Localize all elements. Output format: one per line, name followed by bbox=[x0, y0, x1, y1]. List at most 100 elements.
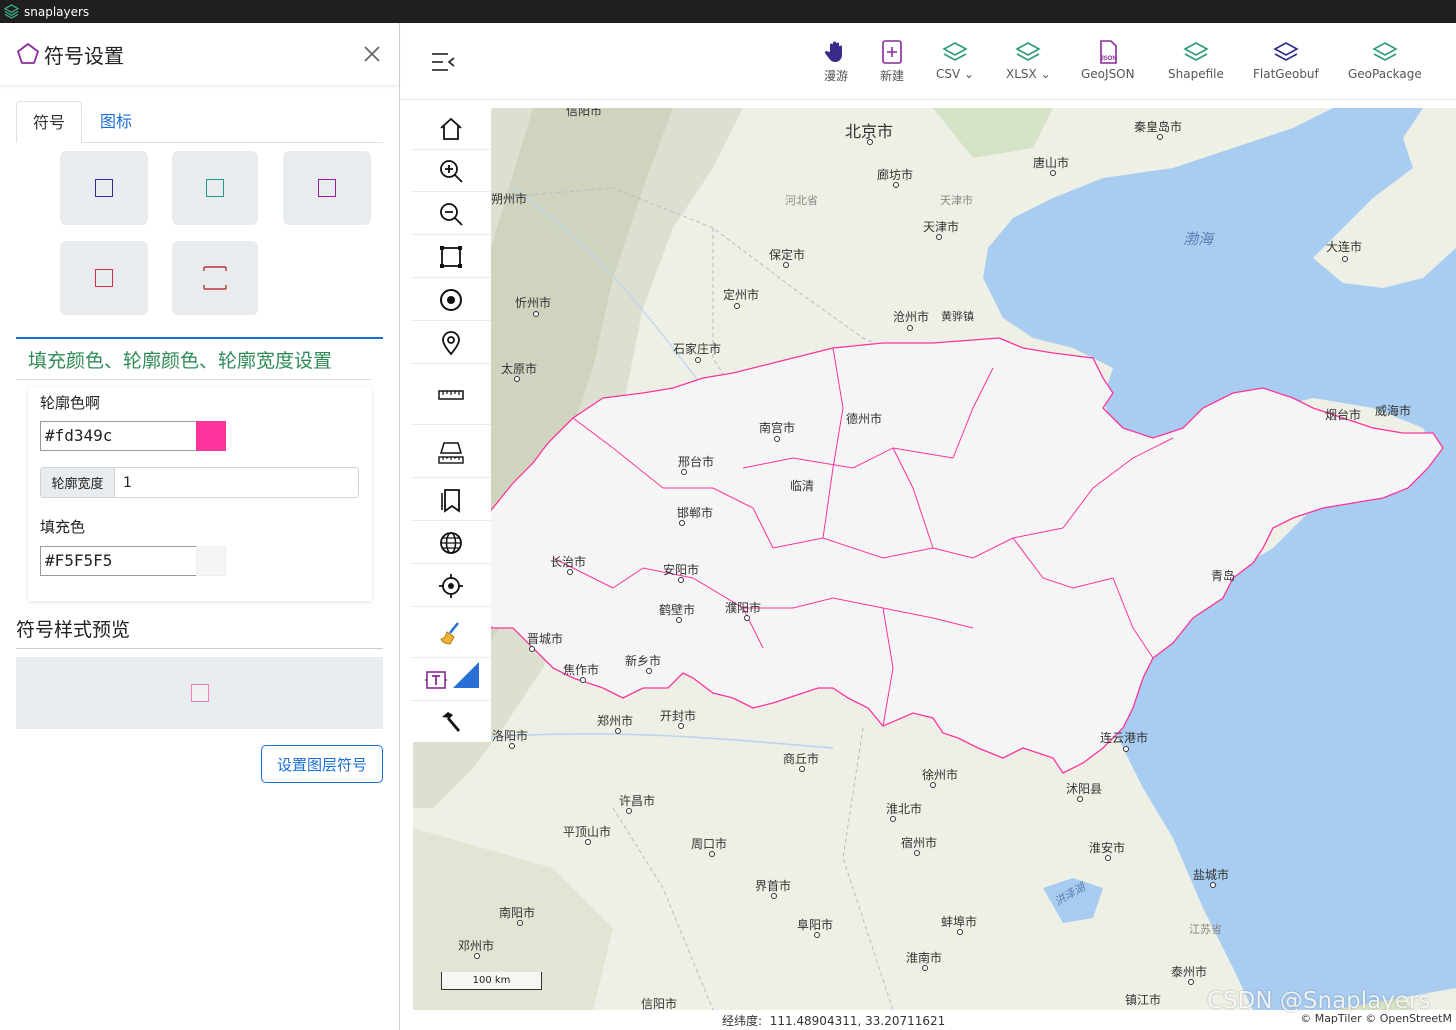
clear-button[interactable] bbox=[411, 608, 491, 658]
zoom-in-button[interactable] bbox=[411, 150, 491, 192]
panel-header: 符号设置 bbox=[0, 23, 399, 85]
map-label: 天津市 bbox=[923, 220, 960, 234]
map-label: 天津市 bbox=[940, 194, 973, 207]
map-label: 盐城市 bbox=[1193, 868, 1230, 882]
map-label: 商丘市 bbox=[783, 752, 820, 766]
map-side-toolbar bbox=[411, 108, 491, 742]
geopackage-button[interactable]: GeoPackage bbox=[1348, 39, 1422, 81]
square-symbol-icon bbox=[206, 179, 224, 197]
stroke-width-input[interactable]: 1 bbox=[115, 468, 358, 497]
apply-layer-symbol-button[interactable]: 设置图层符号 bbox=[261, 745, 383, 783]
fill-color-swatch[interactable] bbox=[196, 546, 226, 576]
stroke-color-label: 轮廓色啊 bbox=[40, 394, 101, 412]
stroke-color-input[interactable]: #fd349c bbox=[40, 421, 197, 451]
style-section-title: 填充颜色、轮廓颜色、轮廓宽度设置 bbox=[28, 350, 333, 372]
locate-button[interactable] bbox=[411, 565, 491, 607]
map-label: 保定市 bbox=[769, 248, 806, 262]
map-label: 许昌市 bbox=[619, 794, 656, 808]
zoom-in-icon bbox=[440, 159, 463, 183]
tools-button[interactable] bbox=[411, 701, 491, 743]
style-settings-card: 轮廓色啊 #fd349c 轮廓宽度 1 填充色 #F5F5F5 bbox=[28, 387, 372, 601]
globe-button[interactable] bbox=[411, 522, 491, 564]
top-toolbar: 漫游 新建 CSV ⌄ XLSX ⌄ JSON GeoJSON Shapefil… bbox=[401, 23, 1456, 100]
stroke-color-swatch[interactable] bbox=[196, 421, 226, 451]
window-title: snaplayers bbox=[24, 4, 90, 19]
text-button[interactable] bbox=[411, 659, 491, 701]
zoom-out-button[interactable] bbox=[411, 193, 491, 235]
city-marker bbox=[783, 262, 789, 268]
city-marker bbox=[709, 851, 715, 857]
globe-icon bbox=[440, 531, 462, 554]
symbol-tabs: 符号 图标 bbox=[16, 101, 383, 143]
bookmark-button[interactable] bbox=[411, 479, 491, 521]
target-button[interactable] bbox=[411, 279, 491, 321]
measure-length-button[interactable] bbox=[411, 365, 491, 425]
section-divider bbox=[16, 337, 383, 339]
city-marker bbox=[774, 436, 780, 442]
tab-symbol[interactable]: 符号 bbox=[16, 101, 83, 143]
shapefile-button[interactable]: Shapefile bbox=[1168, 39, 1224, 81]
symbol-blue-button[interactable] bbox=[60, 151, 148, 225]
extent-button[interactable] bbox=[411, 236, 491, 278]
symbol-red-button[interactable] bbox=[60, 241, 148, 315]
map-label: 郑州市 bbox=[597, 714, 634, 728]
city-marker bbox=[890, 816, 896, 822]
dropdown-triangle-icon bbox=[453, 661, 479, 688]
close-icon[interactable] bbox=[361, 43, 383, 65]
map-label: 焦作市 bbox=[563, 663, 600, 677]
map-label: 邯郸市 bbox=[677, 506, 714, 520]
csv-button[interactable]: CSV ⌄ bbox=[936, 39, 974, 81]
csv-label: CSV ⌄ bbox=[936, 67, 975, 81]
symbol-purple-button[interactable] bbox=[283, 151, 371, 225]
marker-button[interactable] bbox=[411, 322, 491, 364]
map-view[interactable]: 信阳市 北京市 秦皇岛市 唐山市 廊坊市 河北省 天津市 天津市 渤海 大连市 … bbox=[413, 108, 1456, 1010]
new-label: 新建 bbox=[879, 69, 904, 83]
map-label: 大连市 bbox=[1326, 240, 1363, 254]
fill-color-input[interactable]: #F5F5F5 bbox=[40, 546, 197, 576]
symbol-red-open-button[interactable] bbox=[172, 241, 258, 315]
city-marker bbox=[914, 850, 920, 856]
clear-icon bbox=[440, 621, 459, 645]
city-marker bbox=[1157, 134, 1163, 140]
layers-icon bbox=[1372, 42, 1398, 61]
home-button[interactable] bbox=[411, 108, 491, 150]
section-underline bbox=[16, 379, 371, 380]
layers-icon bbox=[942, 42, 968, 61]
new-button[interactable]: 新建 bbox=[879, 39, 905, 84]
new-icon bbox=[882, 40, 902, 64]
layers-icon bbox=[1273, 42, 1299, 61]
city-marker bbox=[734, 303, 740, 309]
city-marker bbox=[1077, 796, 1083, 802]
text-icon bbox=[425, 670, 447, 689]
measure-area-button[interactable] bbox=[411, 426, 491, 478]
symbol-teal-button[interactable] bbox=[172, 151, 258, 225]
map-label: 连云港市 bbox=[1100, 731, 1149, 745]
map-label: 定州市 bbox=[723, 288, 760, 302]
map-label: 洛阳市 bbox=[492, 729, 529, 743]
map-label: 沧州市 bbox=[893, 310, 930, 324]
city-marker bbox=[567, 569, 573, 575]
pan-label: 漫游 bbox=[823, 69, 848, 83]
hammer-icon bbox=[442, 712, 460, 732]
symbol-preview bbox=[16, 657, 383, 729]
pan-button[interactable]: 漫游 bbox=[823, 39, 849, 84]
city-marker bbox=[936, 234, 942, 240]
map-label: 晋城市 bbox=[527, 632, 564, 646]
scale-bar: 100 km bbox=[441, 972, 542, 990]
flatgeobuf-button[interactable]: FlatGeobuf bbox=[1253, 39, 1319, 81]
map-label: 濮阳市 bbox=[725, 601, 762, 615]
map-label: 江苏省 bbox=[1189, 923, 1222, 936]
map-label: 信阳市 bbox=[566, 108, 603, 118]
city-marker bbox=[771, 893, 777, 899]
geojson-button[interactable]: JSON GeoJSON bbox=[1081, 39, 1135, 81]
map-label: 安阳市 bbox=[663, 563, 700, 577]
zoom-out-icon bbox=[440, 202, 463, 226]
xlsx-button[interactable]: XLSX ⌄ bbox=[1006, 39, 1051, 81]
map-label: 淮北市 bbox=[886, 802, 923, 816]
city-marker bbox=[1123, 746, 1129, 752]
shapefile-label: Shapefile bbox=[1168, 67, 1224, 81]
menu-collapse-icon[interactable] bbox=[431, 51, 455, 73]
map-label: 烟台市 bbox=[1325, 408, 1362, 422]
tab-icon[interactable]: 图标 bbox=[84, 101, 148, 143]
city-marker bbox=[626, 808, 632, 814]
